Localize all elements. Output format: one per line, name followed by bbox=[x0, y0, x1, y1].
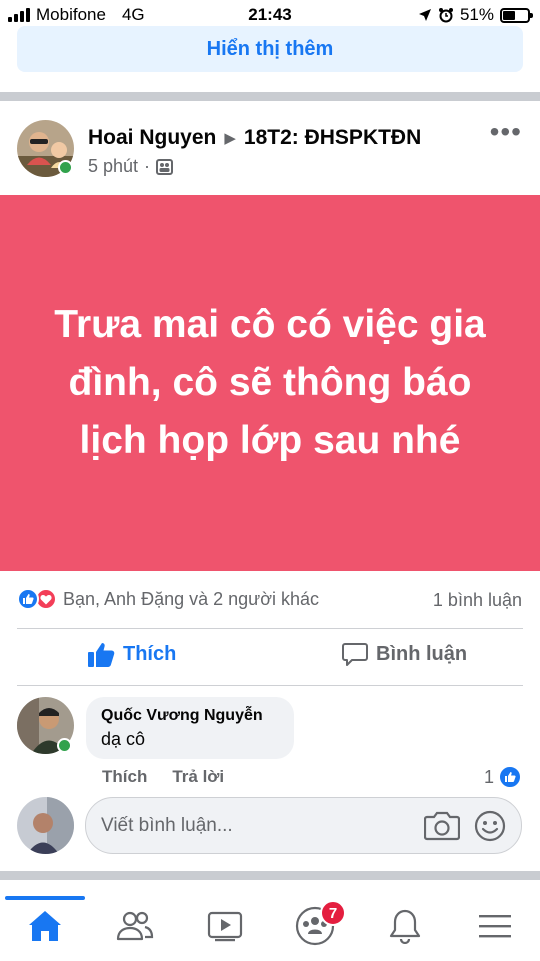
comment-actions: Thích Trả lời bbox=[102, 767, 224, 787]
comment-like-count-value: 1 bbox=[483, 766, 494, 787]
post-header-title: Hoai Nguyen ▶ 18T2: ĐHSPKTĐN bbox=[88, 126, 421, 150]
comment-input[interactable] bbox=[101, 814, 410, 837]
actions-divider-bottom bbox=[17, 685, 523, 686]
nav-groups[interactable]: 7 bbox=[270, 890, 360, 961]
speech-bubble-icon bbox=[342, 643, 368, 666]
comment-count[interactable]: 1 bình luận bbox=[433, 590, 522, 611]
camera-icon[interactable] bbox=[424, 811, 460, 841]
nav-friends[interactable] bbox=[90, 890, 180, 961]
reactions-text: Bạn, Anh Đặng và 2 người khác bbox=[63, 588, 320, 609]
commenter-online-indicator bbox=[57, 738, 72, 753]
meta-separator: · bbox=[144, 156, 151, 176]
post-time[interactable]: 5 phút bbox=[88, 156, 138, 177]
group-name[interactable]: 18T2: ĐHSPKTĐN bbox=[244, 126, 421, 150]
my-avatar[interactable] bbox=[17, 797, 74, 854]
arrow-right-icon: ▶ bbox=[224, 130, 236, 147]
comment-like-button[interactable]: Thích bbox=[102, 767, 147, 787]
like-button[interactable]: Thích bbox=[88, 642, 176, 667]
bottom-nav-bar: 7 bbox=[0, 890, 540, 961]
home-icon bbox=[29, 910, 61, 941]
like-reaction-icon bbox=[17, 588, 39, 610]
group-audience-icon bbox=[156, 158, 174, 175]
battery-percent: 51% bbox=[459, 5, 494, 24]
comment-button-label: Bình luận bbox=[376, 643, 468, 665]
commenter-name[interactable]: Quốc Vương Nguyễn bbox=[101, 707, 279, 725]
post-more-options-button[interactable]: ••• bbox=[490, 118, 522, 146]
comment-composer[interactable] bbox=[85, 797, 522, 854]
thumbs-up-icon bbox=[88, 643, 115, 667]
nav-notifications[interactable] bbox=[360, 890, 450, 961]
battery-icon bbox=[500, 7, 533, 23]
like-reaction-icon bbox=[498, 765, 522, 789]
comment-reply-button[interactable]: Trả lời bbox=[172, 767, 224, 787]
notifications-icon bbox=[389, 909, 421, 944]
nav-menu[interactable] bbox=[450, 890, 540, 961]
author-name[interactable]: Hoai Nguyen bbox=[88, 126, 216, 150]
post-meta: 5 phút · bbox=[88, 156, 174, 177]
watch-icon bbox=[207, 911, 243, 941]
nav-watch[interactable] bbox=[180, 890, 270, 961]
alarm-icon bbox=[438, 8, 453, 23]
actions-divider-top bbox=[17, 628, 523, 629]
post-background-card: Trưa mai cô có việc gia đình, cô sẽ thôn… bbox=[0, 195, 540, 571]
author-online-indicator bbox=[58, 160, 73, 175]
location-icon bbox=[418, 9, 431, 21]
nav-active-indicator bbox=[5, 896, 85, 900]
emoji-icon[interactable] bbox=[474, 810, 506, 842]
post-text: Trưa mai cô có việc gia đình, cô sẽ thôn… bbox=[54, 303, 486, 462]
menu-icon bbox=[479, 914, 511, 937]
show-more-button[interactable]: Hiển thị thêm bbox=[17, 26, 523, 72]
feed-divider bbox=[0, 92, 540, 101]
comment-button[interactable]: Bình luận bbox=[342, 642, 467, 667]
comment-text: dạ cô bbox=[101, 729, 146, 749]
reactions-summary[interactable]: Bạn, Anh Đặng và 2 người khác bbox=[17, 588, 319, 610]
feed-divider-bottom bbox=[0, 871, 540, 880]
groups-notification-badge: 7 bbox=[320, 900, 346, 926]
like-button-label: Thích bbox=[123, 643, 177, 665]
friends-icon bbox=[116, 911, 154, 940]
nav-home[interactable] bbox=[0, 890, 90, 961]
comment-bubble[interactable]: Quốc Vương Nguyễn dạ cô bbox=[86, 697, 294, 759]
comment-like-count[interactable]: 1 bbox=[484, 765, 522, 789]
